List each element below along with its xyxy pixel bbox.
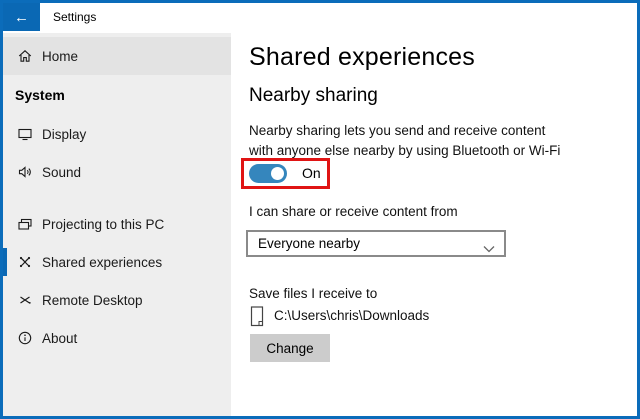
sidebar-item-label: Projecting to this PC [42, 217, 164, 232]
back-arrow-icon: ← [14, 9, 29, 26]
sidebar-section-system: System [15, 87, 65, 103]
sidebar-item-sound[interactable]: Sound [3, 158, 231, 186]
back-button[interactable]: ← [3, 3, 40, 31]
toggle-knob [271, 167, 284, 180]
sidebar-item-display[interactable]: Display [3, 120, 231, 148]
nearby-sharing-heading: Nearby sharing [249, 85, 378, 107]
page-title: Shared experiences [249, 43, 475, 72]
document-icon [250, 306, 265, 332]
remote-desktop-icon [17, 292, 33, 308]
selected-item-accent [3, 248, 7, 276]
nearby-sharing-description-line1: Nearby sharing lets you send and receive… [249, 123, 545, 138]
sidebar-item-remote-desktop[interactable]: Remote Desktop [3, 286, 231, 314]
sidebar-item-home[interactable]: Home [3, 37, 231, 75]
sidebar-item-about[interactable]: About [3, 324, 231, 352]
dropdown-selected-value: Everyone nearby [258, 232, 360, 255]
projecting-icon [17, 216, 33, 232]
home-icon [17, 48, 33, 64]
nearby-sharing-toggle[interactable] [249, 164, 287, 183]
change-button[interactable]: Change [250, 334, 330, 362]
sidebar-item-label: Shared experiences [42, 255, 162, 270]
window-title: Settings [53, 3, 96, 31]
sidebar-item-shared-experiences[interactable]: Shared experiences [3, 248, 231, 276]
toggle-state-label: On [302, 161, 321, 186]
speaker-icon [17, 164, 33, 180]
sidebar-item-projecting[interactable]: Projecting to this PC [3, 210, 231, 238]
chevron-down-icon [483, 240, 495, 258]
red-annotation-box: On [241, 158, 330, 189]
change-button-label: Change [266, 341, 313, 356]
share-from-label: I can share or receive content from [249, 204, 458, 219]
sidebar-item-label: Home [42, 49, 78, 64]
sidebar-item-label: Display [42, 127, 86, 142]
main-pane: Shared experiences Nearby sharing Nearby… [231, 33, 637, 416]
info-icon [17, 330, 33, 346]
sidebar-item-label: About [42, 331, 77, 346]
save-path-value: C:\Users\chris\Downloads [274, 305, 429, 327]
sidebar-item-label: Sound [42, 165, 81, 180]
nearby-sharing-description-line2: with anyone else nearby by using Bluetoo… [249, 143, 560, 158]
sidebar: Home System Display Sound [3, 33, 231, 416]
share-from-dropdown[interactable]: Everyone nearby [246, 230, 506, 257]
shared-experiences-icon [17, 254, 33, 270]
display-icon [17, 126, 33, 142]
sidebar-item-label: Remote Desktop [42, 293, 143, 308]
titlebar: ← Settings [3, 3, 637, 33]
settings-window: ← Settings Home System Display [0, 0, 640, 419]
save-files-label: Save files I receive to [249, 286, 377, 301]
